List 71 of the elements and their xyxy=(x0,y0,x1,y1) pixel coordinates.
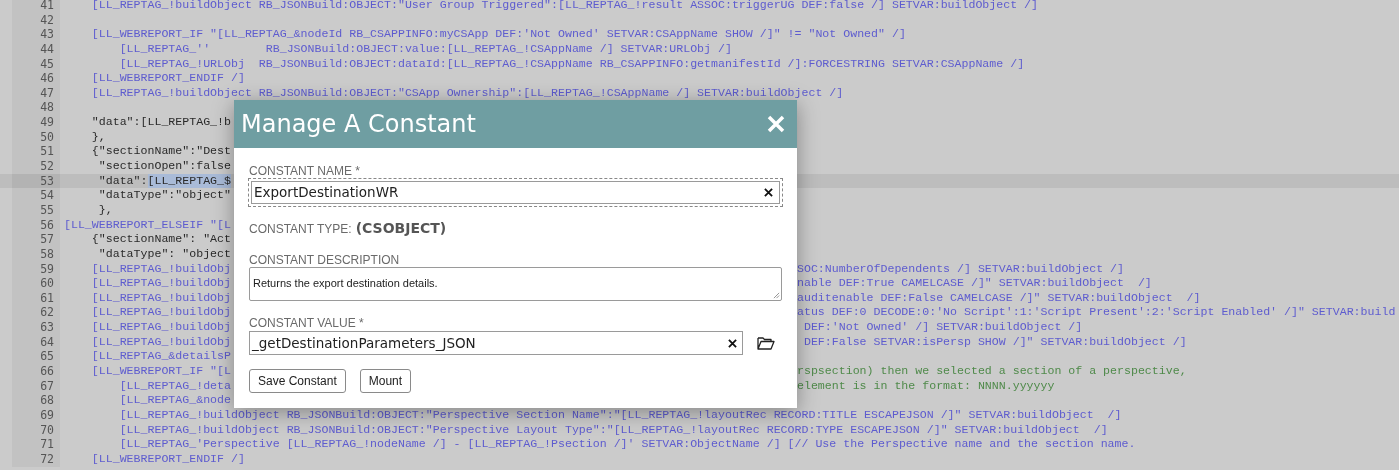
code-text: {"sectionName":"Dest xyxy=(90,144,231,160)
code-text: DEF:False SETVAR:isPersp SHOW /]" SETVAR:buildObject /] xyxy=(802,334,1187,350)
description-field[interactable]: Returns the export destination details. xyxy=(249,267,782,301)
code-text: [LL_REPTAG_&node xyxy=(118,393,231,408)
code-text: "data": xyxy=(97,173,148,189)
code-text: [LL_REPTAG_'Perspective [LL_REPTAG_!nodeName /] - [LL_REPTAG_!Psection /]' SETVAR:ObjectName /] [// Use the Perspective name and the section name. xyxy=(118,437,1136,452)
code-text: [LL_REPTAG_!buildObject RB_JSONBuild:OBJECT:"Perspective Layout Type":"[LL_REPTAG_!layoutRec RECORD:TYPE ESCAPEJSON /]" SETVAR:buildObject /] xyxy=(118,422,1108,438)
line-number: 63 xyxy=(12,320,60,335)
line-number: 48 xyxy=(12,100,60,116)
code-text: [LL_REPTAG_'' RB_JSONBuild:OBJECT:value:[LL_REPTAG_!CSAppName /] SETVAR:URLObj /] xyxy=(118,41,732,57)
name-field[interactable]: ExportDestinationWR xyxy=(251,181,780,204)
line-number: 68 xyxy=(12,393,60,408)
line-number: 43 xyxy=(12,27,60,42)
code-text: atus DEF:0 DECODE:0:'No Script':1:'Script Present':2:'Script Enabled' /]" SETVAR:build xyxy=(797,305,1396,321)
code-text: [LL_REPTAG_!buildObj xyxy=(90,290,231,306)
code-text: "dataType": "object xyxy=(97,246,231,262)
line-number: 57 xyxy=(12,232,60,247)
code-text: [LL_REPTAG_!buildObject RB_JSONBuild:OBJECT:"CSApp Ownership":[LL_REPTAG_!CSAppName /] SETVAR:buildObject /] xyxy=(90,85,844,101)
resize-grip-icon[interactable] xyxy=(773,292,780,299)
field-label: CONSTANT VALUE * xyxy=(249,316,364,330)
code-text: [LL_REPTAG_!deta xyxy=(118,378,231,394)
field-label: CONSTANT DESCRIPTION xyxy=(249,253,400,267)
line-number: 49 xyxy=(12,115,60,130)
code-text: [LL_REPTAG_!URLObj RB_JSONBuild:OBJECT:dataId:[LL_REPTAG_!CSAppName RB_CSAPPINFO:getmanifestId /]:FORCESTRING SETVAR:CSAppName /] xyxy=(118,56,1025,72)
code-text: [LL_REPTAG_!buildObj xyxy=(90,334,231,350)
clear-icon[interactable] xyxy=(728,338,737,348)
line-number: 66 xyxy=(12,364,60,379)
clear-icon[interactable] xyxy=(764,188,773,197)
line-number: 41 xyxy=(12,0,60,13)
line-number: 51 xyxy=(12,144,60,160)
code-text: "dataType":"object" xyxy=(97,188,231,203)
code-text: [LL_WEBREPORT_ELSEIF "[L xyxy=(64,217,231,233)
line-number: 46 xyxy=(12,71,60,86)
code-text: [LL_REPTAG_!buildObj xyxy=(90,305,231,321)
code-text: "data":[LL_REPTAG_!b xyxy=(90,115,231,130)
code-text: {"sectionName": "Act xyxy=(90,232,231,247)
line-number: 62 xyxy=(12,305,60,321)
dialog-button[interactable]: Save Constant xyxy=(249,369,346,393)
code-text: [LL_REPTAG_!buildObject RB_JSONBuild:OBJECT:"User Group Triggered":[LL_REPTAG_!result ASSOC:triggerUG DEF:false /] SETVAR:buildObject /] xyxy=(90,0,1039,13)
code-text: }, xyxy=(90,129,106,145)
type-value: (CSOBJECT) xyxy=(355,219,447,238)
code-text: [LL_WEBREPORT_IF "[LL_REPTAG_&nodeId RB_CSAPPINFO:myCSApp DEF:'Not Owned' SETVAR:CSAppName SHOW /]" != "Not Owned" /] xyxy=(90,27,906,42)
code-text: element is in the format: NNNN.yyyyyy xyxy=(797,378,1055,394)
code-text: auditenable DEF:False CAMELCASE /]" SETVAR:buildObject /] xyxy=(797,290,1201,306)
code-text: [LL_REPTAG_!buildObj xyxy=(90,320,231,335)
code-text: [LL_REPTAG_&detailsP xyxy=(90,349,231,364)
dialog-title: Manage A Constant xyxy=(241,109,476,140)
code-text: [LL_REPTAG_!buildObj xyxy=(90,261,231,277)
line-number: 65 xyxy=(12,349,60,364)
folder-icon[interactable] xyxy=(757,336,775,350)
code-text: [LL_REPTAG_!buildObj xyxy=(90,276,231,291)
close-button[interactable] xyxy=(765,113,787,135)
type-label: CONSTANT TYPE: xyxy=(249,222,352,236)
code-text: SOC:NumberOfDependents /] SETVAR:buildObject /] xyxy=(797,261,1124,277)
line-number: 71 xyxy=(12,437,60,452)
code-text: [LL_WEBREPORT_IF "[L xyxy=(90,364,231,379)
code-text: "sectionOpen":false xyxy=(97,159,231,174)
dialog-button[interactable]: Mount xyxy=(359,369,412,393)
value-field[interactable]: _getDestinationParameters_JSON xyxy=(249,331,743,355)
code-text: DEF:'Not Owned' /] SETVAR:buildObject /] xyxy=(802,320,1083,335)
selected-code-text: [LL_REPTAG_$ xyxy=(147,173,231,189)
code-text: }, xyxy=(97,202,113,218)
code-text: nable DEF:True CAMELCASE /]" SETVAR:buildObject /] xyxy=(797,276,1152,291)
code-text: rspsection) then we selected a section of a perspective, xyxy=(797,364,1187,379)
code-text: [LL_REPTAG_!buildObject RB_JSONBuild:OBJECT:"Perspective Section Name":"[LL_REPTAG_!layoutRec RECORD:TITLE ESCAPEJSON /]" SETVAR:buildObject /] xyxy=(118,407,1122,423)
code-text: [LL_WEBREPORT_ENDIF /] xyxy=(90,71,245,86)
line-number: 60 xyxy=(12,276,60,291)
line-number: 52 xyxy=(12,159,60,174)
code-text: [LL_WEBREPORT_ENDIF /] xyxy=(90,451,245,467)
line-number: 54 xyxy=(12,188,60,203)
field-label: CONSTANT NAME * xyxy=(249,164,360,178)
